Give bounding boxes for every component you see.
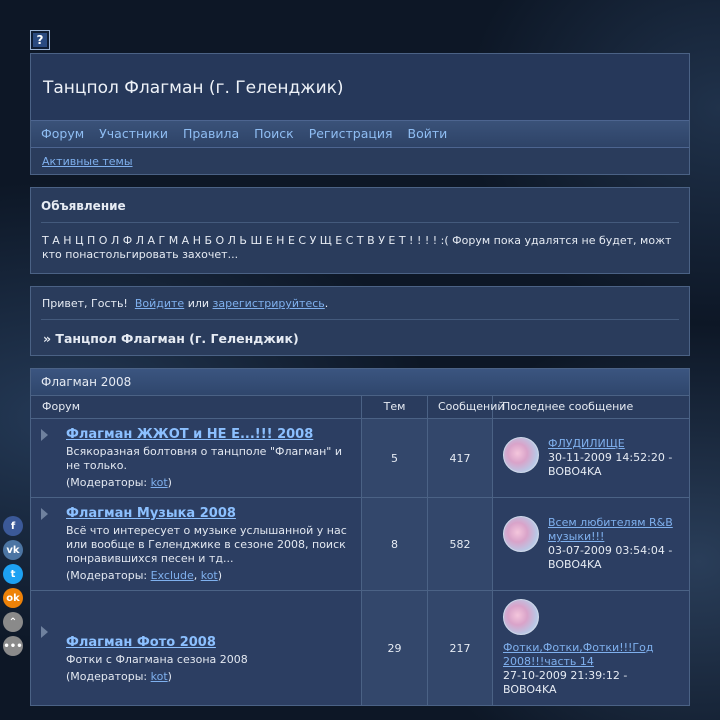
avatar[interactable]: [503, 516, 539, 552]
forum-info-cell: Флагман Музыка 2008 Всё что интересует о…: [31, 498, 362, 590]
col-forum: Форум: [31, 396, 362, 418]
last-post-meta: 27-10-2009 21:39:12 - BOBO4KA: [503, 669, 628, 696]
facebook-icon[interactable]: f: [3, 516, 23, 536]
last-post-link[interactable]: Всем любителям R&B музыки!!!: [548, 516, 679, 544]
forum-status-icon: [41, 429, 48, 441]
forum-row: Флагман ЖЖОТ и НЕ Е...!!! 2008 Всякоразн…: [31, 419, 689, 498]
collapse-icon[interactable]: ⌃: [3, 612, 23, 632]
welcome-text: Привет, Гость!: [42, 297, 128, 310]
topic-count: 8: [362, 498, 428, 590]
nav-forum[interactable]: Форум: [41, 126, 84, 142]
category-title: Флагман 2008: [31, 369, 689, 396]
breadcrumb: » Танцпол Флагман (г. Геленджик): [43, 331, 299, 346]
forum-description: Всё что интересует о музыке услышанной у…: [66, 524, 347, 565]
forum-title-link[interactable]: Флагман Музыка 2008: [66, 506, 353, 521]
forum-status-icon: [41, 626, 48, 638]
forum-info-cell: Флагман Фото 2008 Фотки с Флагмана сезон…: [31, 591, 362, 705]
announcement-title: Объявление: [41, 188, 679, 223]
welcome-panel: Привет, Гость! Войдите или зарегистрируй…: [30, 286, 690, 356]
or-text: или: [187, 297, 210, 310]
forum-header: Танцпол Флагман (г. Геленджик) Форум Уча…: [30, 53, 690, 175]
last-post-link[interactable]: Фотки,Фотки,Фотки!!!Год 2008!!!часть 14: [503, 641, 679, 669]
moderators-label: (Модераторы:: [66, 476, 148, 489]
announcement-text: Т А Н Ц П О Л Ф Л А Г М А Н Б О Л Ь Ш Е …: [42, 234, 672, 261]
moderator-link[interactable]: Exclude: [151, 569, 194, 582]
last-post-cell: ФЛУДИЛИЩЕ 30-11-2009 14:52:20 - BOBO4KA: [493, 419, 689, 497]
avatar[interactable]: [503, 437, 539, 473]
nav-rules[interactable]: Правила: [183, 126, 239, 142]
register-link[interactable]: зарегистрируйтесь: [213, 297, 325, 310]
forum-description: Всякоразная болтовня о танцполе "Флагман…: [66, 445, 342, 472]
col-posts: Сообщений: [428, 396, 505, 418]
forum-title-link[interactable]: Флагман Фото 2008: [66, 635, 248, 650]
moderator-link[interactable]: kot: [151, 476, 168, 489]
forum-moderators: (Модераторы: kot): [66, 476, 172, 489]
nav-search[interactable]: Поиск: [254, 126, 294, 142]
post-count: 217: [428, 591, 493, 705]
moderators-label: (Модераторы:: [66, 670, 148, 683]
post-count: 417: [428, 419, 493, 497]
odnoklassniki-icon[interactable]: ok: [3, 588, 23, 608]
col-topics: Тем: [362, 396, 428, 418]
forum-status-icon: [41, 508, 48, 520]
nav-members[interactable]: Участники: [99, 126, 168, 142]
last-post-meta: 03-07-2009 03:54:04 - BOBO4KA: [548, 544, 673, 571]
last-post-meta: 30-11-2009 14:52:20 - BOBO4KA: [548, 451, 673, 478]
post-count: 582: [428, 498, 493, 590]
last-post-link[interactable]: ФЛУДИЛИЩЕ: [548, 437, 679, 451]
forum-category: Флагман 2008 Форум Тем Сообщений Последн…: [30, 368, 690, 706]
forum-info-cell: Флагман ЖЖОТ и НЕ Е...!!! 2008 Всякоразн…: [31, 419, 362, 497]
last-post-cell: Всем любителям R&B музыки!!! 03-07-2009 …: [493, 498, 689, 590]
col-last-post: Последнее сообщение: [502, 400, 634, 413]
more-icon[interactable]: •••: [3, 636, 23, 656]
announcement-panel: Объявление Т А Н Ц П О Л Ф Л А Г М А Н Б…: [30, 187, 690, 274]
moderators-label: (Модераторы:: [66, 569, 148, 582]
last-post-cell: Фотки,Фотки,Фотки!!!Год 2008!!!часть 14 …: [493, 591, 689, 705]
column-headers: Форум Тем Сообщений Последнее сообщение: [31, 396, 689, 419]
avatar[interactable]: [503, 599, 539, 635]
forum-description: Фотки с Флагмана сезона 2008: [66, 653, 248, 666]
period-text: .: [324, 297, 329, 310]
welcome-line: Привет, Гость! Войдите или зарегистрируй…: [41, 287, 679, 320]
forum-moderators: (Модераторы: kot): [66, 670, 172, 683]
nav-login[interactable]: Войти: [408, 126, 448, 142]
help-icon[interactable]: ?: [30, 30, 50, 50]
forum-moderators: (Модераторы: Exclude, kot): [66, 569, 223, 582]
forum-title: Танцпол Флагман (г. Геленджик): [31, 54, 689, 120]
nav-register[interactable]: Регистрация: [309, 126, 393, 142]
moderator-link[interactable]: kot: [151, 670, 168, 683]
forum-row: Флагман Фото 2008 Фотки с Флагмана сезон…: [31, 591, 689, 705]
login-link[interactable]: Войдите: [135, 297, 184, 310]
active-topics-link[interactable]: Активные темы: [42, 155, 133, 168]
moderator-link[interactable]: kot: [201, 569, 218, 582]
topic-count: 5: [362, 419, 428, 497]
twitter-icon[interactable]: t: [3, 564, 23, 584]
social-share-bar: f vk t ok ⌃ •••: [3, 516, 23, 656]
topic-count: 29: [362, 591, 428, 705]
main-nav: Форум Участники Правила Поиск Регистраци…: [31, 120, 689, 148]
forum-row: Флагман Музыка 2008 Всё что интересует о…: [31, 498, 689, 591]
forum-title-link[interactable]: Флагман ЖЖОТ и НЕ Е...!!! 2008: [66, 427, 353, 442]
vk-icon[interactable]: vk: [3, 540, 23, 560]
